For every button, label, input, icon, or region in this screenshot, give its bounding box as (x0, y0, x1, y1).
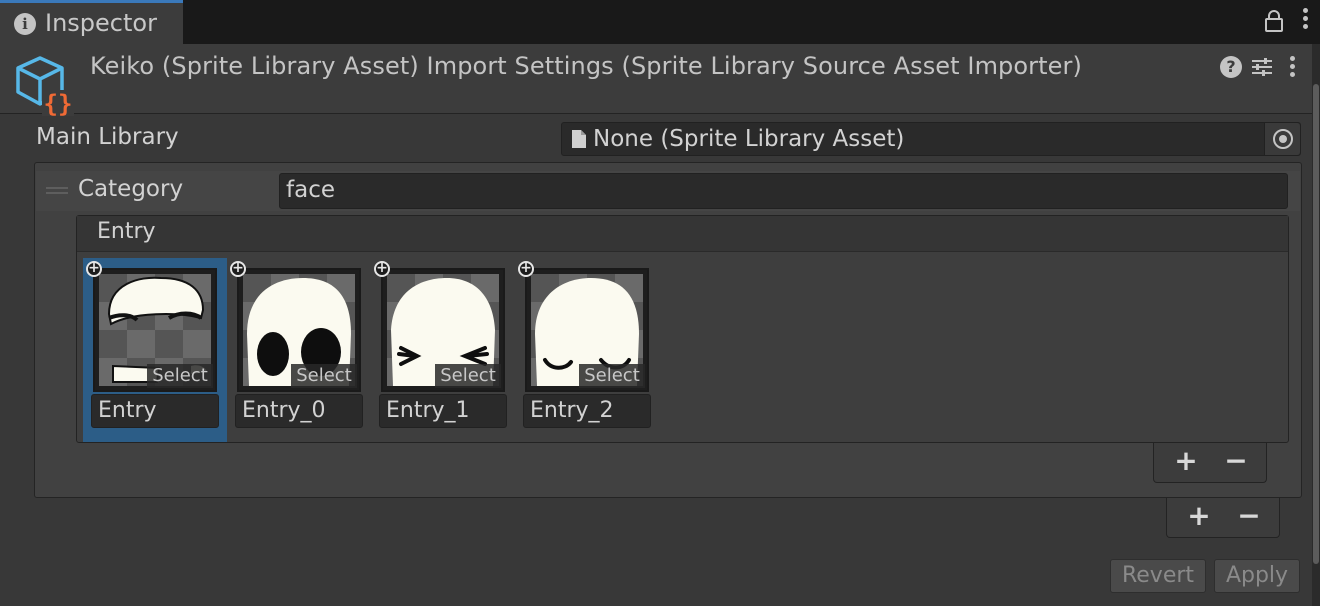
main-library-value: None (Sprite Library Asset) (593, 126, 905, 152)
select-badge[interactable]: Select (147, 364, 213, 388)
entry-name-input[interactable]: Entry_1 (379, 394, 507, 428)
scrollbar-thumb[interactable] (1313, 84, 1319, 564)
entry-header: Entry (77, 216, 1288, 252)
object-picker-icon (1273, 129, 1293, 149)
add-category-button[interactable]: + (1181, 500, 1217, 532)
entry-name-input[interactable]: Entry (91, 394, 219, 428)
select-badge[interactable]: Select (435, 364, 501, 388)
remove-category-button[interactable]: − (1231, 500, 1267, 532)
sprite-library-asset-icon: {} (14, 54, 78, 118)
entry-list-controls: + − (1153, 443, 1267, 483)
select-badge[interactable]: Select (579, 364, 645, 388)
entry-name-input[interactable]: Entry_0 (235, 394, 363, 428)
add-entry-button[interactable]: + (1168, 445, 1204, 477)
entry-panel: Entry Select + Entry Select + Entry_0 Se… (76, 215, 1289, 443)
sprite-thumbnail[interactable]: Select (381, 268, 505, 392)
entry-name-input[interactable]: Entry_2 (523, 394, 651, 428)
category-list-controls: + − (1166, 498, 1280, 538)
add-override-icon[interactable]: + (230, 261, 246, 277)
remove-entry-button[interactable]: − (1218, 445, 1254, 477)
main-library-label: Main Library (36, 124, 179, 150)
sprite-thumbnail[interactable]: Select (237, 268, 361, 392)
header-kebab-menu-icon[interactable] (1290, 56, 1295, 80)
apply-button[interactable]: Apply (1214, 559, 1300, 593)
svg-text:{}: {} (44, 90, 73, 118)
entry-slot[interactable]: Select + Entry (83, 258, 227, 442)
tab-inspector[interactable]: i Inspector (0, 0, 183, 44)
category-panel: Category face Entry Select + Entry Selec… (34, 162, 1302, 498)
category-label: Category (78, 176, 184, 202)
vertical-scrollbar[interactable] (1312, 44, 1320, 606)
page-title: Keiko (Sprite Library Asset) Import Sett… (90, 52, 1082, 80)
presets-icon[interactable] (1250, 56, 1274, 82)
sprite-thumbnail[interactable]: Select (525, 268, 649, 392)
inspector-header: {} Keiko (Sprite Library Asset) Import S… (0, 44, 1312, 118)
entry-header-label: Entry (97, 219, 156, 244)
tab-strip: i Inspector (0, 0, 1320, 44)
add-override-icon[interactable]: + (518, 261, 534, 277)
tab-label: Inspector (45, 9, 157, 37)
document-icon (571, 129, 587, 153)
lock-icon[interactable] (1264, 10, 1284, 36)
help-icon[interactable]: ? (1220, 56, 1242, 78)
kebab-menu-icon[interactable] (1303, 8, 1308, 32)
add-override-icon[interactable]: + (374, 261, 390, 277)
object-picker-button[interactable] (1264, 123, 1300, 155)
add-override-icon[interactable]: + (86, 261, 102, 277)
category-name-input[interactable]: face (279, 173, 1288, 209)
revert-button[interactable]: Revert (1110, 559, 1206, 593)
sprite-thumbnail[interactable]: Select (93, 268, 217, 392)
entry-slot[interactable]: Select + Entry_2 (515, 258, 659, 442)
entry-slot[interactable]: Select + Entry_0 (227, 258, 371, 442)
select-badge[interactable]: Select (291, 364, 357, 388)
entry-slot[interactable]: Select + Entry_1 (371, 258, 515, 442)
main-library-object-field[interactable]: None (Sprite Library Asset) (561, 122, 1301, 156)
drag-handle-icon[interactable] (46, 187, 68, 197)
info-icon: i (14, 13, 36, 35)
